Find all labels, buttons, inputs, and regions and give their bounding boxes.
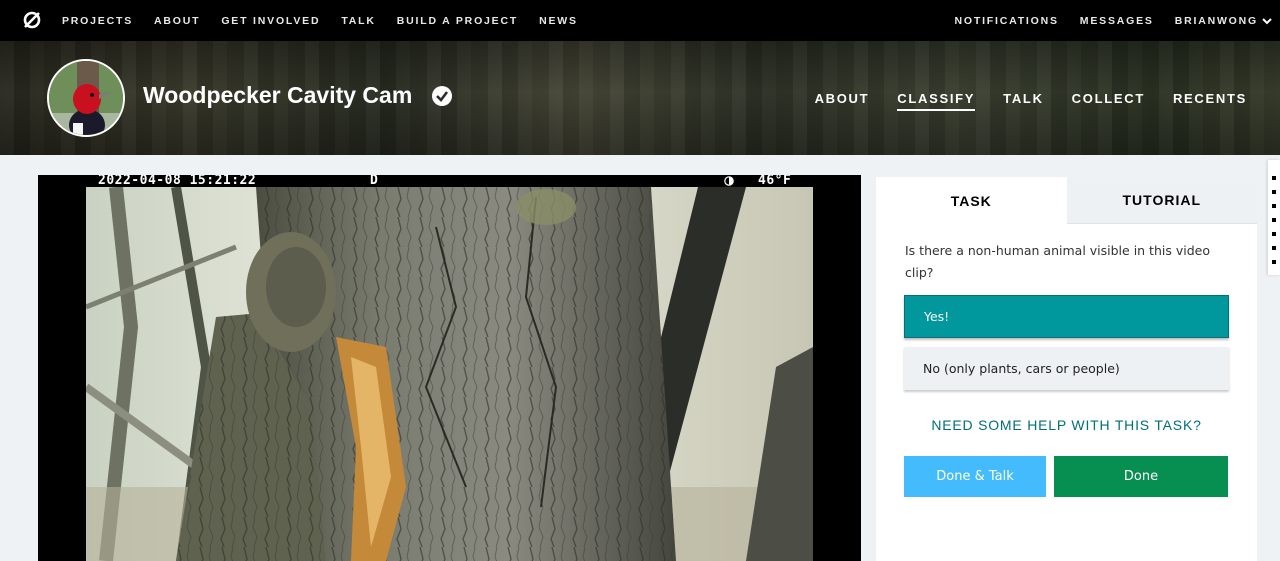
project-nav-recents[interactable]: RECENTS (1173, 85, 1247, 112)
nav-link-about[interactable]: ABOUT (154, 15, 200, 27)
nav-link-talk[interactable]: TALK (341, 15, 375, 27)
nav-link-projects[interactable]: PROJECTS (62, 15, 133, 27)
user-nav: NOTIFICATIONS MESSAGES BRIANWONG (934, 0, 1273, 41)
field-guide-tab[interactable] (1268, 160, 1280, 275)
username: BRIANWONG (1174, 14, 1258, 27)
classifier-tabs: TASK TUTORIAL (876, 177, 1257, 224)
nav-link-news[interactable]: NEWS (539, 15, 578, 27)
nav-link-build-a-project[interactable]: BUILD A PROJECT (397, 15, 518, 27)
verified-check-icon (432, 86, 452, 106)
zooniverse-logo-icon[interactable] (22, 10, 42, 30)
task-help-link[interactable]: NEED SOME HELP WITH THIS TASK? (876, 417, 1257, 433)
project-nav-classify[interactable]: CLASSIFY (897, 85, 976, 111)
woodpecker-avatar-image (49, 61, 123, 135)
nav-link-get-involved[interactable]: GET INVOLVED (221, 15, 320, 27)
project-nav-collect[interactable]: COLLECT (1072, 85, 1145, 112)
notifications-link[interactable]: NOTIFICATIONS (955, 15, 1059, 27)
chevron-down-icon (1262, 17, 1272, 24)
done-and-talk-button[interactable]: Done & Talk (904, 456, 1046, 497)
answer-no-button[interactable]: No (only plants, cars or people) (904, 347, 1229, 390)
tab-task[interactable]: TASK (876, 177, 1067, 224)
user-menu-button[interactable]: BRIANWONG (1175, 15, 1272, 27)
subject-video-frame[interactable] (86, 187, 813, 561)
task-question: Is there a non-human animal visible in t… (905, 243, 1210, 280)
project-avatar[interactable] (47, 59, 125, 137)
project-title[interactable]: Woodpecker Cavity Cam (143, 82, 412, 109)
moon-phase-icon (724, 176, 734, 186)
site-top-nav: PROJECTS ABOUT GET INVOLVED TALK BUILD A… (0, 0, 1280, 41)
project-nav-about[interactable]: ABOUT (815, 85, 870, 112)
tree-trunk-image (86, 187, 813, 561)
project-nav: ABOUT CLASSIFY TALK COLLECT RECENTS (787, 41, 1247, 155)
answer-yes-button[interactable]: Yes! (904, 295, 1229, 338)
classifier-panel: TASK TUTORIAL Is there a non-human anima… (876, 177, 1257, 561)
project-nav-talk[interactable]: TALK (1003, 85, 1044, 112)
site-nav-links: PROJECTS ABOUT GET INVOLVED TALK BUILD A… (62, 0, 599, 41)
tab-tutorial[interactable]: TUTORIAL (1066, 177, 1257, 224)
messages-link[interactable]: MESSAGES (1080, 15, 1154, 27)
subject-viewer[interactable]: 2022-04-08 15:21:22 D 46°F (38, 175, 861, 561)
done-button[interactable]: Done (1054, 456, 1228, 497)
project-header: Woodpecker Cavity Cam ABOUT CLASSIFY TAL… (0, 41, 1280, 155)
